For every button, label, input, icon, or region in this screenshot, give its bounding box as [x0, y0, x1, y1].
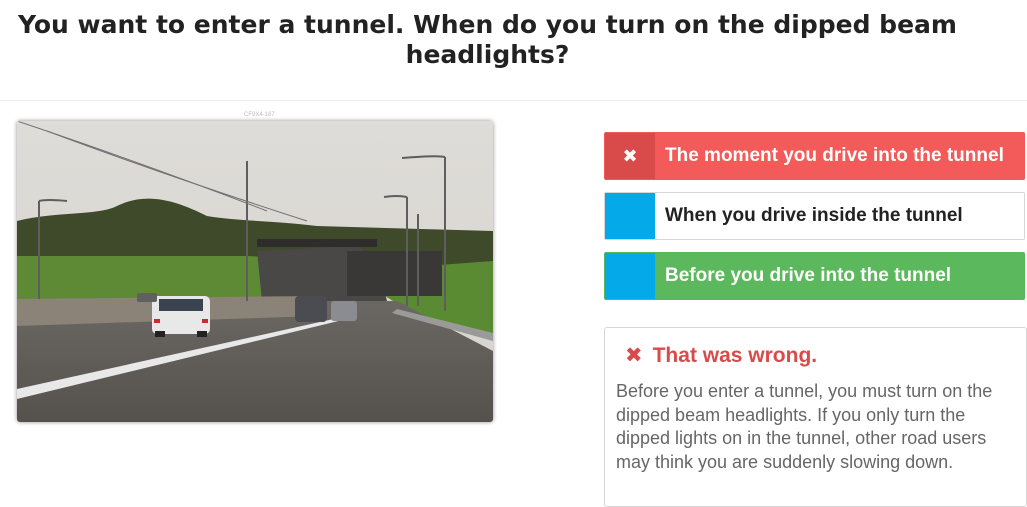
- image-id-label: CF9X4-187: [244, 112, 275, 118]
- answer-marker: [605, 253, 655, 299]
- answer-label: Before you drive into the tunnel: [665, 265, 952, 286]
- answer-label: When you drive inside the tunnel: [665, 205, 963, 226]
- close-icon: ✖: [605, 133, 655, 179]
- question-photo: [17, 121, 493, 422]
- answer-option-2[interactable]: When you drive inside the tunnel: [604, 192, 1025, 240]
- divider: [0, 100, 1027, 101]
- feedback-text: Before you enter a tunnel, you must turn…: [616, 381, 993, 472]
- feedback-title: ✖ That was wrong.: [625, 343, 817, 368]
- close-icon: ✖: [625, 344, 643, 367]
- answer-option-1[interactable]: ✖ The moment you drive into the tunnel: [604, 132, 1025, 180]
- feedback-title-text: That was wrong.: [652, 343, 818, 367]
- answer-label: The moment you drive into the tunnel: [665, 145, 1004, 166]
- question-title: You want to enter a tunnel. When do you …: [18, 10, 957, 69]
- answer-option-3[interactable]: Before you drive into the tunnel: [604, 252, 1025, 300]
- answer-marker: [605, 193, 655, 239]
- feedback-panel: ✖ That was wrong. Before you enter a tun…: [604, 327, 1027, 507]
